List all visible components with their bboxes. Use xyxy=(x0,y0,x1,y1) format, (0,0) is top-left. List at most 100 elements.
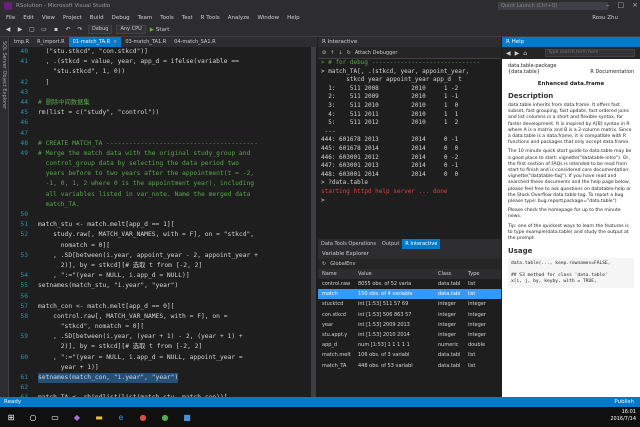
app-taskbar-icon-1[interactable]: ● xyxy=(135,409,151,425)
configuration-select[interactable]: Debug xyxy=(88,25,113,34)
minimize-icon[interactable]: – xyxy=(606,1,610,9)
variable-row[interactable]: control.raw 8055 obs. of 52 varia data.tab… xyxy=(318,279,501,289)
reset-icon[interactable]: ↻ xyxy=(347,50,351,56)
code-line: 40 ("stu.stkcd", "con.stkcd")] xyxy=(10,47,311,57)
variable-type: integer xyxy=(468,301,486,308)
editor-scrollbar[interactable] xyxy=(311,47,316,397)
back-icon[interactable]: ◀ xyxy=(4,26,12,34)
line-number: 56 xyxy=(20,292,28,300)
attach-debugger-button[interactable]: Attach Debugger xyxy=(355,50,398,56)
code-line: "stkcd", nomatch = 0][ xyxy=(10,322,311,332)
environment-select[interactable]: GlobalEnv xyxy=(330,261,355,267)
column-header-type[interactable]: Type xyxy=(468,269,501,279)
variable-row[interactable]: stu.appt.y int [1:53] 2010 2014 integer int… xyxy=(318,330,501,340)
variable-row[interactable]: con.stkcd int [1:53] 506 863 57 integer int… xyxy=(318,310,501,320)
visual-studio-taskbar-icon[interactable]: ◆ xyxy=(69,409,85,425)
platform-select[interactable]: Any CPU xyxy=(116,25,146,34)
line-number xyxy=(10,261,38,271)
windows-start-icon[interactable]: ⊞ xyxy=(3,409,19,425)
publish-button[interactable]: Publish xyxy=(614,397,634,407)
console-line: > # for debug --------------------------… xyxy=(321,59,480,66)
start-button[interactable]: ▶ Start xyxy=(150,27,170,33)
code-text: ] xyxy=(38,78,50,86)
variable-value: 8055 obs. of 52 varia xyxy=(358,281,412,287)
help-back-icon[interactable]: ◀ xyxy=(506,50,511,57)
menu-item-debug[interactable]: Debug xyxy=(112,15,130,21)
r-interactive-console[interactable]: > # for debug --------------------------… xyxy=(318,59,501,239)
menu-item-build[interactable]: Build xyxy=(90,15,104,21)
editor-tab[interactable]: tmp.R xyxy=(10,37,33,47)
task-search-icon[interactable]: ○ xyxy=(25,409,41,425)
help-home-icon[interactable]: ⌂ xyxy=(523,50,527,57)
variable-name: app_d xyxy=(322,342,338,349)
tool-tab-r-interactive[interactable]: R Interactive xyxy=(402,239,441,249)
help-forward-icon[interactable]: ▶ xyxy=(515,50,520,57)
redo-icon[interactable]: ↷ xyxy=(76,26,84,34)
refresh-icon[interactable]: ↻ xyxy=(322,261,326,267)
console-line: starting httpd help server ... done xyxy=(321,187,448,195)
edge-taskbar-icon[interactable]: e xyxy=(113,409,129,425)
history-down-icon[interactable]: ↓ xyxy=(338,50,342,56)
help-paragraph-1: data.table inherits from data.frame. It … xyxy=(508,103,632,146)
sql-server-sidebar[interactable]: SQL Server Object Explorer xyxy=(0,37,9,397)
editor-tab[interactable]: R_import.R xyxy=(33,37,69,47)
title-bar: RSolution - Microsoft Visual Studio Quic… xyxy=(0,0,640,12)
maximize-icon[interactable]: □ xyxy=(618,1,625,9)
clear-icon[interactable]: ⊘ xyxy=(322,50,326,56)
editor-tab[interactable]: 03-match_TA1.R xyxy=(121,37,170,47)
variable-row[interactable]: match_TA 448 obs. of 53 variabl data.tabl l… xyxy=(318,361,501,371)
variable-row[interactable]: app_d num [1:53] 1 1 1 1 1 numeric double xyxy=(318,340,501,350)
system-tray-clock[interactable]: 16:01 2016/7/14 xyxy=(610,409,636,423)
sidebar-label: SQL Server Object Explorer xyxy=(1,41,7,110)
help-search-input[interactable]: Type search term here xyxy=(545,49,635,57)
forward-icon[interactable]: ▶ xyxy=(16,26,24,34)
user-name[interactable]: Rosu Zhu xyxy=(592,15,618,21)
r-help-title: R Help xyxy=(502,37,640,47)
variable-row[interactable]: match 150 obs. of 4 variable data.tabl list xyxy=(318,289,501,300)
tool-tab-output[interactable]: Output xyxy=(379,239,402,249)
console-line: 447: 603001 2013 2014 0 -1 xyxy=(321,162,459,170)
menu-item-edit[interactable]: Edit xyxy=(23,15,34,21)
history-up-icon[interactable]: ↑ xyxy=(330,50,334,56)
variable-explorer-toolbar: ↻ GlobalEnv xyxy=(318,259,501,269)
line-number: 59 xyxy=(20,333,28,341)
variable-row[interactable]: year int [1:53] 2009 2013 integer integer xyxy=(318,320,501,330)
menu-item-project[interactable]: Project xyxy=(63,15,82,21)
code-editor[interactable]: 40 ("stu.stkcd", "con.stkcd")] 41 , .(stk… xyxy=(10,47,311,397)
menu-item-team[interactable]: Team xyxy=(138,15,153,21)
code-line: 47 xyxy=(10,129,311,139)
undo-icon[interactable]: ↶ xyxy=(64,26,72,34)
editor-tab[interactable]: 01-match_TA.R × xyxy=(68,37,122,47)
explorer-taskbar-icon[interactable]: ▬ xyxy=(91,409,107,425)
code-text: control_group data by selecting the data… xyxy=(38,160,239,168)
menu-item-window[interactable]: Window xyxy=(257,15,279,21)
menu-item-help[interactable]: Help xyxy=(287,15,300,21)
r-interactive-toolbar: ⊘ ↑ ↓ ↻ Attach Debugger xyxy=(318,47,501,59)
new-file-icon[interactable]: ▢ xyxy=(28,26,36,34)
menu-item-file[interactable]: File xyxy=(6,15,15,21)
save-icon[interactable]: ▪ xyxy=(52,26,60,34)
menu-item-view[interactable]: View xyxy=(42,15,55,21)
app-taskbar-icon-2[interactable]: ● xyxy=(157,409,173,425)
column-header-value[interactable]: Value xyxy=(358,269,438,279)
tool-tab-data-tools-operations[interactable]: Data Tools Operations xyxy=(318,239,379,249)
quick-launch-input[interactable]: Quick Launch (Ctrl+Q) xyxy=(498,2,608,10)
variable-row[interactable]: match.melt 106 obs. of 3 variabl data.tabl… xyxy=(318,350,501,360)
menu-item-analyze[interactable]: Analyze xyxy=(228,15,250,21)
menu-item-r-tools[interactable]: R Tools xyxy=(201,15,220,21)
task-view-icon[interactable]: ▭ xyxy=(47,409,63,425)
close-tab-icon[interactable]: × xyxy=(113,39,117,45)
open-folder-icon[interactable]: ▭ xyxy=(40,26,48,34)
editor-tab-bar: tmp.R R_import.R 01-match_TA.R × 03-match_TA… xyxy=(10,37,317,47)
variable-type: list xyxy=(468,291,476,298)
variable-row[interactable]: stucktcd int [1:53] 511 57 69 integer integ… xyxy=(318,299,501,309)
code-line: 2)], by = stkcd][# 选取 t from [-2, 2] xyxy=(10,342,311,352)
close-icon[interactable]: × xyxy=(632,1,638,9)
column-header-class[interactable]: Class xyxy=(438,269,468,279)
app-taskbar-icon-3[interactable]: ■ xyxy=(179,409,195,425)
column-header-name[interactable]: Name xyxy=(318,269,358,279)
editor-tab[interactable]: 04-match_SA1.R xyxy=(170,37,219,47)
menu-item-tools[interactable]: Tools xyxy=(160,15,174,21)
variable-table: control.raw 8055 obs. of 52 varia data.tab… xyxy=(318,279,501,397)
menu-item-test[interactable]: Test xyxy=(182,15,193,21)
